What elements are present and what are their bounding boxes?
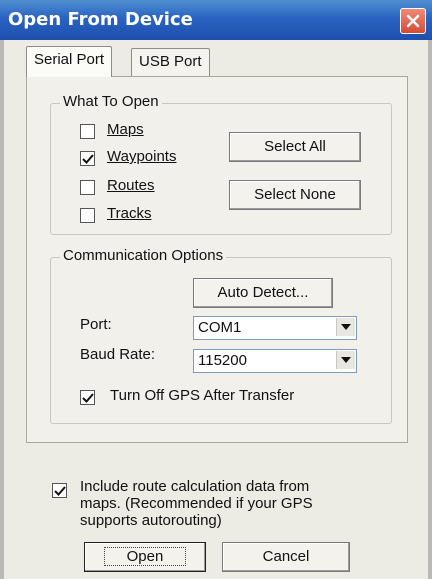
checkmark-icon bbox=[82, 154, 94, 164]
checkmark-icon bbox=[82, 393, 94, 403]
close-icon bbox=[406, 14, 420, 28]
route-calc-line-3: supports autorouting) bbox=[80, 512, 222, 529]
tab-usb-port-label: USB Port bbox=[139, 53, 202, 70]
waypoints-checkbox[interactable] bbox=[80, 151, 95, 166]
routes-checkbox[interactable] bbox=[80, 180, 95, 195]
what-to-open-group bbox=[50, 103, 392, 235]
cancel-button[interactable]: Cancel bbox=[222, 542, 350, 572]
tracks-checkbox[interactable] bbox=[80, 208, 95, 223]
close-button[interactable] bbox=[400, 8, 426, 34]
turn-off-gps-label: Turn Off GPS After Transfer bbox=[110, 387, 295, 404]
checkmark-icon bbox=[54, 486, 66, 496]
baud-rate-value: 115200 bbox=[198, 352, 247, 369]
baud-rate-select[interactable]: 115200 bbox=[193, 349, 357, 373]
maps-label-text: Maps bbox=[107, 121, 144, 138]
waypoints-label: Waypoints bbox=[107, 148, 176, 165]
open-button[interactable]: Open bbox=[84, 542, 206, 572]
chevron-down-icon bbox=[341, 357, 351, 363]
select-none-label: Select None bbox=[254, 186, 336, 203]
route-calc-label: Include route calculation data from maps… bbox=[80, 478, 313, 529]
auto-detect-label: Auto Detect... bbox=[217, 284, 309, 301]
communication-options-legend: Communication Options bbox=[60, 247, 227, 264]
tracks-label-text: Tracks bbox=[107, 205, 152, 222]
chevron-down-icon bbox=[341, 324, 351, 330]
port-value: COM1 bbox=[198, 319, 242, 336]
baud-rate-label: Baud Rate: bbox=[80, 346, 156, 363]
tab-usb-port[interactable]: USB Port bbox=[131, 48, 210, 77]
window-title: Open From Device bbox=[8, 9, 193, 30]
what-to-open-legend: What To Open bbox=[60, 93, 162, 110]
route-calc-line-1: Include route calculation data from bbox=[80, 478, 310, 495]
port-label: Port: bbox=[80, 316, 112, 333]
title-bar: Open From Device bbox=[0, 0, 432, 40]
open-label: Open bbox=[103, 547, 187, 566]
port-dropdown-button[interactable] bbox=[336, 318, 355, 336]
cancel-label: Cancel bbox=[262, 548, 310, 565]
tab-serial-port-label: Serial Port bbox=[34, 51, 105, 68]
route-calc-checkbox[interactable] bbox=[52, 483, 67, 498]
routes-label: Routes bbox=[107, 177, 155, 194]
tracks-label: Tracks bbox=[107, 205, 151, 222]
turn-off-gps-checkbox[interactable] bbox=[80, 390, 95, 405]
maps-label: Maps bbox=[107, 121, 144, 138]
waypoints-label-text: Waypoints bbox=[107, 148, 177, 165]
select-all-button[interactable]: Select All bbox=[229, 132, 361, 162]
tab-serial-port[interactable]: Serial Port bbox=[26, 46, 113, 77]
maps-checkbox[interactable] bbox=[80, 124, 95, 139]
select-all-label: Select All bbox=[264, 138, 326, 155]
port-select[interactable]: COM1 bbox=[193, 316, 357, 340]
auto-detect-button[interactable]: Auto Detect... bbox=[193, 278, 333, 308]
select-none-button[interactable]: Select None bbox=[229, 180, 361, 210]
route-calc-line-2: maps. (Recommended if your GPS bbox=[80, 495, 313, 512]
routes-label-text: Routes bbox=[107, 177, 155, 194]
baud-rate-dropdown-button[interactable] bbox=[336, 351, 355, 369]
